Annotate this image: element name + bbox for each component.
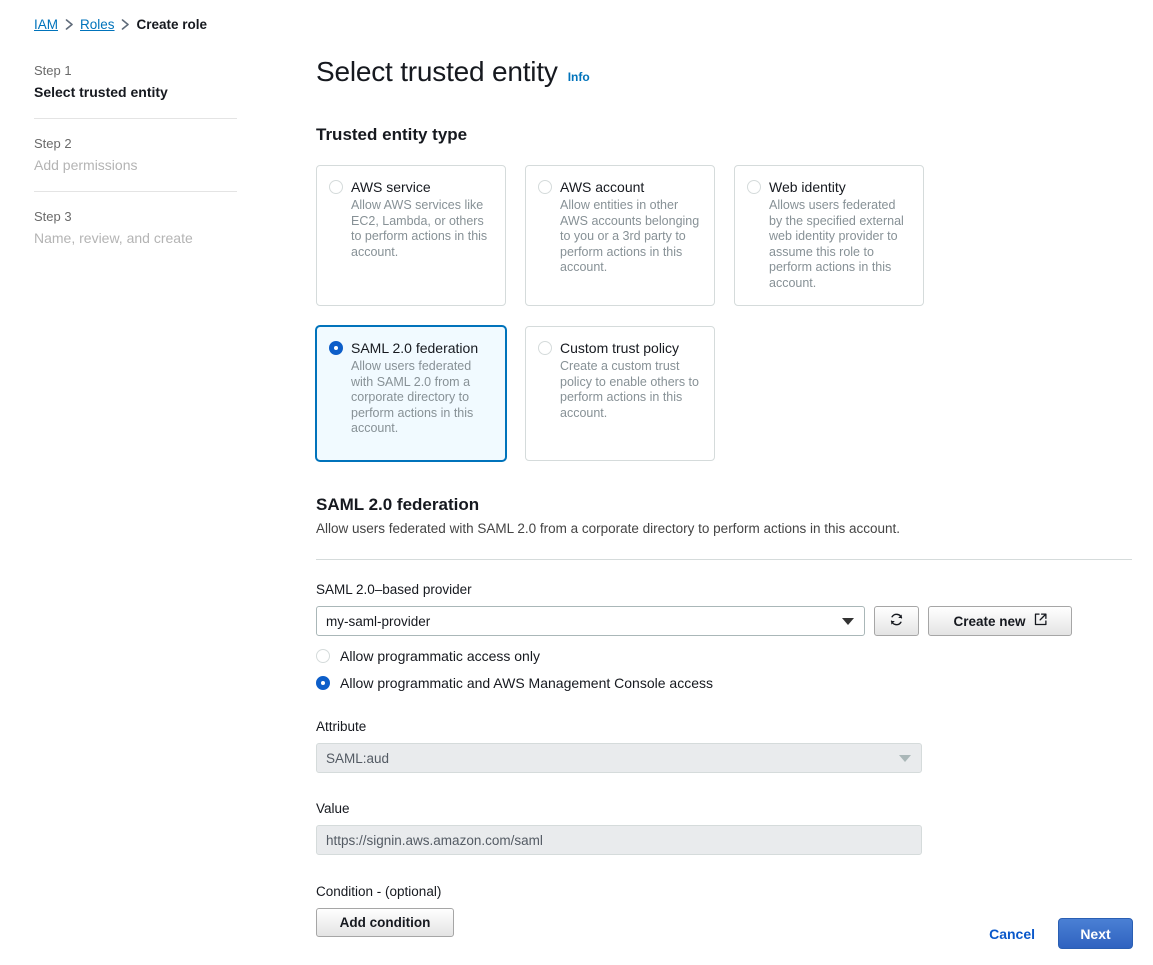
- access-option-programmatic-and-console[interactable]: Allow programmatic and AWS Management Co…: [316, 674, 1133, 692]
- radio-programmatic-only[interactable]: [316, 649, 330, 663]
- option-label-aws-account: AWS account: [560, 179, 645, 195]
- condition-field-label: Condition - (optional): [316, 884, 442, 899]
- saml-section-heading: SAML 2.0 federation: [316, 495, 480, 514]
- text-col-aws-account: AWS account Allow entities in other AWS …: [560, 178, 702, 291]
- option-desc-web-identity: Allows users federated by the specified …: [769, 198, 904, 290]
- info-link[interactable]: Info: [568, 70, 590, 84]
- step-1-number: Step 1: [34, 63, 72, 78]
- chevron-down-icon: [842, 618, 854, 625]
- step-1-title: Select trusted entity: [34, 84, 168, 100]
- trusted-entity-option-custom-trust-policy[interactable]: Custom trust policy Create a custom trus…: [525, 326, 715, 461]
- breadcrumb-item-roles[interactable]: Roles: [80, 17, 115, 32]
- option-label-custom-trust-policy: Custom trust policy: [560, 340, 680, 356]
- section-divider: [316, 559, 1132, 560]
- text-col-aws-service: AWS service Allow AWS services like EC2,…: [351, 178, 493, 291]
- add-condition-button[interactable]: Add condition: [316, 908, 454, 937]
- main-content: Select trusted entity Info Trusted entit…: [316, 55, 1133, 937]
- breadcrumb: IAM Roles Create role: [34, 17, 207, 32]
- provider-field-label: SAML 2.0–based provider: [316, 582, 472, 597]
- option-label-aws-service: AWS service: [351, 179, 431, 195]
- wizard-step-nav: Step 1 Select trusted entity Step 2 Add …: [34, 62, 237, 264]
- access-option-label-programmatic-only: Allow programmatic access only: [340, 648, 540, 664]
- next-button[interactable]: Next: [1058, 918, 1133, 949]
- refresh-icon: [889, 612, 904, 630]
- radio-aws-service[interactable]: [329, 180, 343, 194]
- chevron-down-icon-attribute: [899, 755, 911, 762]
- add-condition-label: Add condition: [339, 915, 431, 930]
- refresh-button[interactable]: [874, 606, 919, 636]
- create-new-label: Create new: [953, 613, 1026, 629]
- attribute-field-label: Attribute: [316, 719, 367, 734]
- step-3-number: Step 3: [34, 209, 72, 224]
- trusted-entity-option-saml-federation[interactable]: SAML 2.0 federation Allow users federate…: [316, 326, 506, 461]
- wizard-step-1[interactable]: Step 1 Select trusted entity: [34, 62, 237, 118]
- create-new-provider-button[interactable]: Create new: [928, 606, 1072, 636]
- trusted-entity-option-aws-account[interactable]: AWS account Allow entities in other AWS …: [525, 165, 715, 306]
- provider-row: my-saml-provider Create new: [316, 606, 1133, 636]
- saml-federation-section: SAML 2.0 federation Allow users federate…: [316, 495, 1133, 937]
- breadcrumb-item-create-role: Create role: [136, 17, 208, 32]
- chevron-right-icon-2: [115, 19, 137, 30]
- saml-section-description: Allow users federated with SAML 2.0 from…: [316, 521, 901, 536]
- saml-provider-select[interactable]: my-saml-provider: [316, 606, 865, 636]
- radio-web-identity[interactable]: [747, 180, 761, 194]
- step-3-title: Name, review, and create: [34, 230, 193, 246]
- radio-saml-federation[interactable]: [329, 341, 343, 355]
- trusted-entity-option-aws-service[interactable]: AWS service Allow AWS services like EC2,…: [316, 165, 506, 306]
- option-desc-custom-trust-policy: Create a custom trust policy to enable o…: [560, 359, 699, 420]
- option-desc-aws-service: Allow AWS services like EC2, Lambda, or …: [351, 198, 488, 259]
- option-desc-aws-account: Allow entities in other AWS accounts bel…: [560, 198, 700, 274]
- text-col-web-identity: Web identity Allows users federated by t…: [769, 178, 911, 291]
- trusted-entity-type-options: AWS service Allow AWS services like EC2,…: [316, 165, 944, 461]
- step-2-title: Add permissions: [34, 157, 138, 173]
- radio-col-saml-federation: [329, 339, 351, 446]
- attribute-select[interactable]: SAML:aud: [316, 743, 922, 773]
- wizard-step-3[interactable]: Step 3 Name, review, and create: [34, 191, 237, 264]
- external-link-icon: [1034, 613, 1047, 629]
- trusted-entity-type-heading: Trusted entity type: [316, 125, 468, 144]
- radio-col-aws-service: [329, 178, 351, 291]
- page-title-row: Select trusted entity Info: [316, 55, 1133, 89]
- radio-col-custom-trust-policy: [538, 339, 560, 446]
- trusted-entity-option-web-identity[interactable]: Web identity Allows users federated by t…: [734, 165, 924, 306]
- saml-provider-selected-value: my-saml-provider: [326, 613, 431, 629]
- wizard-footer: Cancel Next: [989, 918, 1133, 949]
- radio-col-web-identity: [747, 178, 769, 291]
- value-field-label: Value: [316, 801, 350, 816]
- option-label-saml-federation: SAML 2.0 federation: [351, 340, 479, 356]
- step-2-number: Step 2: [34, 136, 72, 151]
- chevron-right-icon: [58, 19, 80, 30]
- access-option-label-programmatic-and-console: Allow programmatic and AWS Management Co…: [340, 675, 713, 691]
- option-desc-saml-federation: Allow users federated with SAML 2.0 from…: [351, 359, 474, 435]
- wizard-step-2[interactable]: Step 2 Add permissions: [34, 118, 237, 191]
- breadcrumb-item-iam[interactable]: IAM: [34, 17, 58, 32]
- radio-programmatic-and-console[interactable]: [316, 676, 330, 690]
- text-col-custom-trust-policy: Custom trust policy Create a custom trus…: [560, 339, 702, 446]
- cancel-button[interactable]: Cancel: [989, 926, 1035, 942]
- value-input-text: https://signin.aws.amazon.com/saml: [326, 832, 543, 848]
- page-title: Select trusted entity: [316, 56, 558, 87]
- attribute-selected-value: SAML:aud: [326, 750, 390, 766]
- access-option-programmatic-only[interactable]: Allow programmatic access only: [316, 647, 1133, 665]
- option-label-web-identity: Web identity: [769, 179, 846, 195]
- radio-col-aws-account: [538, 178, 560, 291]
- text-col-saml-federation: SAML 2.0 federation Allow users federate…: [351, 339, 493, 446]
- radio-aws-account[interactable]: [538, 180, 552, 194]
- value-input[interactable]: https://signin.aws.amazon.com/saml: [316, 825, 922, 855]
- radio-custom-trust-policy[interactable]: [538, 341, 552, 355]
